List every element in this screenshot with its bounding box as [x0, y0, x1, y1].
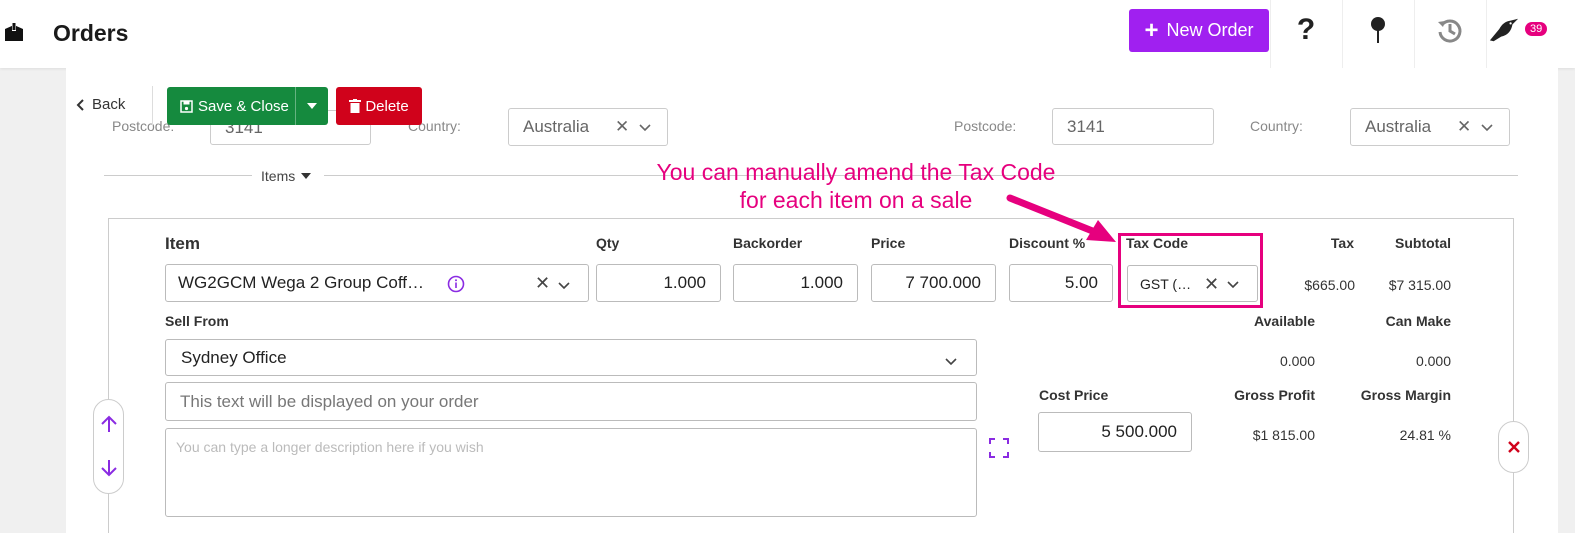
tax-header: Tax — [1330, 235, 1354, 251]
new-order-button[interactable]: + New Order — [1129, 9, 1269, 52]
chevron-left-icon — [76, 98, 84, 111]
backorder-input[interactable]: 1.000 — [733, 264, 858, 302]
gross-margin-value: 24.81 % — [1399, 427, 1451, 443]
back-button[interactable]: Back — [76, 96, 125, 113]
page-title: Orders — [53, 20, 129, 46]
gross-margin-label: Gross Margin — [1360, 387, 1451, 403]
annotation-arrow — [1006, 194, 1116, 242]
gross-profit-value: $1 815.00 — [1252, 427, 1315, 443]
trash-icon — [349, 99, 362, 113]
price-header: Price — [871, 235, 906, 251]
cost-price-label: Cost Price — [1039, 387, 1109, 403]
move-down-icon[interactable] — [99, 458, 119, 483]
postcode-label: Postcode: — [112, 118, 175, 134]
item-select[interactable]: WG2GCM Wega 2 Group Coffee Machine — [165, 264, 589, 302]
country-value: Australia — [523, 117, 590, 136]
sell-from-label: Sell From — [165, 313, 229, 329]
can-make-value: 0.000 — [1415, 353, 1451, 369]
gross-profit-label: Gross Profit — [1234, 387, 1315, 403]
box-icon — [4, 22, 24, 44]
annotation-line-1: You can manually amend the Tax Code — [656, 159, 1056, 185]
expand-icon[interactable] — [989, 438, 1009, 463]
close-icon — [1507, 441, 1520, 453]
postcode-field[interactable]: 3141 — [1052, 108, 1214, 145]
reorder-control — [93, 399, 124, 494]
save-close-button[interactable]: Save & Close — [167, 87, 328, 125]
postcode-label: Postcode: — [954, 118, 1017, 134]
history-icon[interactable] — [1434, 14, 1466, 46]
clear-icon[interactable]: ✕ — [615, 117, 629, 137]
cost-price-input[interactable]: 5 500.000 — [1038, 412, 1192, 452]
item-header: Item — [165, 234, 200, 253]
clear-icon[interactable]: ✕ — [535, 273, 550, 294]
bird-icon[interactable] — [1488, 14, 1520, 46]
save-close-main[interactable]: Save & Close — [167, 98, 295, 115]
available-label: Available — [1254, 313, 1315, 329]
discount-input[interactable]: 5.00 — [1009, 264, 1113, 302]
sell-from-select[interactable]: Sydney Office — [165, 339, 977, 376]
save-options-caret[interactable] — [295, 87, 328, 125]
save-icon — [180, 99, 193, 113]
delete-button[interactable]: Delete — [336, 87, 422, 125]
country-value: Australia — [1365, 117, 1432, 136]
caret-down-icon — [301, 173, 312, 179]
subtotal-header: Subtotal — [1395, 235, 1451, 251]
country-select[interactable]: Australia ✕ — [508, 108, 668, 146]
country-label: Country: — [1250, 118, 1303, 134]
sell-from-value: Sydney Office — [181, 347, 287, 367]
divider — [152, 86, 153, 126]
divider — [1486, 0, 1487, 68]
country-select[interactable]: Australia ✕ — [1350, 108, 1510, 146]
move-up-icon[interactable] — [99, 414, 119, 439]
long-description-textarea[interactable]: You can type a longer description here i… — [165, 428, 977, 517]
price-input[interactable]: 7 700.000 — [871, 264, 996, 302]
chevron-down-icon[interactable] — [558, 278, 570, 296]
divider — [1414, 0, 1415, 68]
available-value: 0.000 — [1279, 353, 1315, 369]
notification-badge: 39 — [1525, 22, 1548, 36]
description-input[interactable]: This text will be displayed on your orde… — [165, 382, 977, 421]
tax-value: $665.00 — [1304, 277, 1355, 293]
remove-line-button[interactable] — [1498, 421, 1529, 473]
delete-label: Delete — [365, 97, 409, 115]
pin-icon[interactable] — [1362, 14, 1394, 46]
chevron-down-icon[interactable] — [1481, 118, 1493, 138]
help-icon[interactable]: ? — [1290, 13, 1322, 46]
divider — [1270, 0, 1271, 68]
back-label: Back — [92, 96, 126, 113]
divider — [104, 175, 252, 176]
new-order-label: New Order — [1166, 20, 1254, 40]
can-make-label: Can Make — [1385, 313, 1451, 329]
subtotal-value: $7 315.00 — [1388, 277, 1451, 293]
items-section-toggle[interactable]: Items — [261, 168, 312, 184]
save-close-label: Save & Close — [198, 97, 289, 115]
divider — [1342, 0, 1343, 68]
chevron-down-icon[interactable] — [945, 352, 957, 372]
chevron-down-icon[interactable] — [639, 118, 651, 138]
caret-down-icon — [307, 103, 317, 109]
backorder-header: Backorder — [733, 235, 803, 251]
tax-code-highlight — [1118, 233, 1263, 308]
qty-input[interactable]: 1.000 — [596, 264, 721, 302]
items-label: Items — [261, 168, 296, 184]
plus-icon: + — [1144, 16, 1159, 44]
info-icon[interactable] — [447, 275, 465, 298]
top-bar — [0, 0, 1575, 68]
qty-header: Qty — [596, 235, 620, 251]
item-value: WG2GCM Wega 2 Group Coffee Machine — [178, 273, 433, 292]
clear-icon[interactable]: ✕ — [1457, 117, 1471, 137]
